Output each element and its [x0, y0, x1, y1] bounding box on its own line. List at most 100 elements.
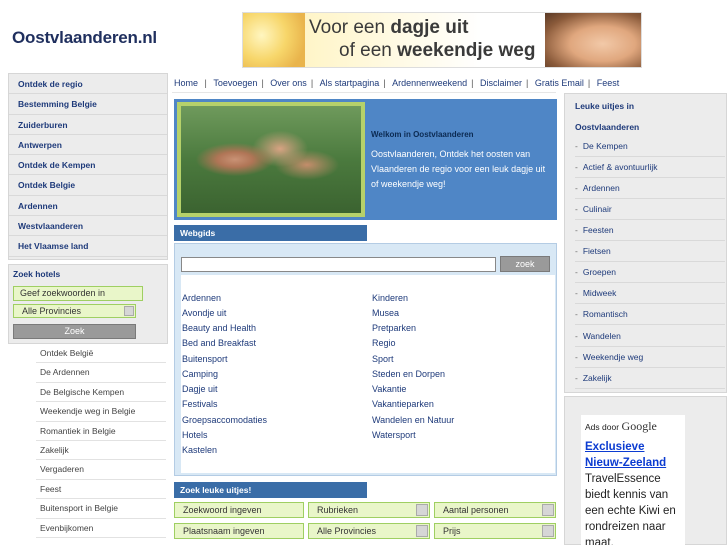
- category-link[interactable]: Pretparken: [372, 323, 416, 333]
- category-link[interactable]: Kastelen: [182, 445, 217, 455]
- left-nav-item[interactable]: Ardennen: [9, 196, 167, 217]
- chevron-down-icon[interactable]: [542, 504, 554, 516]
- category-link[interactable]: Dagje uit: [182, 384, 218, 394]
- category-link[interactable]: Vakantieparken: [372, 399, 434, 409]
- hotel-keyword-input[interactable]: Geef zoekwoorden in: [13, 286, 143, 301]
- chevron-down-icon[interactable]: [416, 525, 428, 537]
- right-nav-item[interactable]: - Wandelen: [575, 326, 725, 347]
- category-link[interactable]: Avondje uit: [182, 308, 226, 318]
- category-link[interactable]: Bed and Breakfast: [182, 338, 256, 348]
- left-nav-item[interactable]: Ontdek de Kempen: [9, 155, 167, 176]
- top-nav-disclaimer[interactable]: Disclaimer: [480, 78, 522, 88]
- right-nav-item[interactable]: - Weekendje weg: [575, 347, 725, 368]
- right-nav-title: Leuke uitjes in: [575, 101, 635, 111]
- category-link[interactable]: Beauty and Health: [182, 323, 256, 333]
- webgids-search-button[interactable]: zoek: [500, 256, 550, 272]
- sub-nav-item[interactable]: Weekendje weg in Belgie: [36, 402, 166, 422]
- google-ad: Ads door Google Exclusieve Nieuw-Zeeland…: [581, 415, 685, 545]
- sub-nav-item[interactable]: Zakelijk: [36, 441, 166, 461]
- top-nav-toevoegen[interactable]: Toevoegen: [213, 78, 257, 88]
- keyword-input[interactable]: Zoekwoord ingeven: [174, 502, 304, 518]
- welcome-text: Oostvlaanderen, Ontdek het oosten van Vl…: [371, 149, 546, 189]
- category-link[interactable]: Ardennen: [182, 293, 221, 303]
- left-nav-item[interactable]: Zuiderburen: [9, 115, 167, 135]
- right-nav-item[interactable]: - Groepen: [575, 262, 725, 283]
- plaatsnaam-input[interactable]: Plaatsnaam ingeven: [174, 523, 304, 539]
- right-nav-item[interactable]: - Fietsen: [575, 241, 725, 262]
- left-nav-item[interactable]: Ontdek de regio: [9, 74, 167, 95]
- category-link[interactable]: Wandelen en Natuur: [372, 415, 454, 425]
- sub-nav-item[interactable]: Romantiek in Belgie: [36, 422, 166, 441]
- right-nav-title: Oostvlaanderen: [575, 122, 640, 132]
- chevron-down-icon[interactable]: [542, 525, 554, 537]
- category-link[interactable]: Regio: [372, 338, 396, 348]
- right-nav-item[interactable]: - Ardennen: [575, 178, 725, 199]
- category-link[interactable]: Groepsaccomodaties: [182, 415, 267, 425]
- hotel-search-title: Zoek hotels: [13, 269, 61, 279]
- banner-woman-photo: [545, 13, 641, 67]
- welcome-title: Welkom in Oostvlaanderen: [371, 130, 474, 139]
- right-nav-item[interactable]: - De Kempen: [575, 136, 725, 157]
- left-nav-item[interactable]: Ontdek Belgie: [9, 175, 167, 196]
- right-nav-item[interactable]: - Feesten: [575, 220, 725, 241]
- chevron-down-icon[interactable]: [124, 306, 134, 316]
- category-link[interactable]: Buitensport: [182, 354, 228, 364]
- category-link[interactable]: Festivals: [182, 399, 218, 409]
- category-link[interactable]: Hotels: [182, 430, 208, 440]
- prijs-select[interactable]: Prijs: [434, 523, 556, 539]
- top-nav-gratis-email[interactable]: Gratis Email: [535, 78, 584, 88]
- sub-nav-item[interactable]: Evenbijkomen: [36, 519, 166, 538]
- top-nav-over-ons[interactable]: Over ons: [270, 78, 307, 88]
- hotel-search-button[interactable]: Zoek: [13, 324, 136, 339]
- ads-box: Ads door Google Exclusieve Nieuw-Zeeland…: [564, 396, 727, 545]
- category-link[interactable]: Sport: [372, 354, 394, 364]
- left-nav-item[interactable]: Bestemming Belgie: [9, 94, 167, 115]
- ad-text: TravelEssence biedt kennis van een echte…: [585, 473, 676, 545]
- category-link[interactable]: Steden en Dorpen: [372, 369, 445, 379]
- webgids-tab: Webgids: [174, 225, 367, 241]
- right-nav-item[interactable]: - Actief & avontuurlijk: [575, 157, 725, 178]
- ad-title-link[interactable]: Exclusieve Nieuw-Zeeland: [585, 439, 681, 471]
- sub-nav-item[interactable]: Feest: [36, 480, 166, 500]
- welcome-panel: Welkom in Oostvlaanderen Oostvlaanderen,…: [174, 99, 557, 220]
- sub-nav-item[interactable]: De Ardennen: [36, 363, 166, 383]
- left-nav-item[interactable]: Westvlaanderen: [9, 216, 167, 237]
- right-nav-item[interactable]: - Zakelijk: [575, 368, 725, 389]
- top-nav-feest[interactable]: Feest: [597, 78, 620, 88]
- right-nav-item[interactable]: - Culinair: [575, 199, 725, 220]
- category-link[interactable]: Kinderen: [372, 293, 408, 303]
- family-photo: [177, 102, 365, 217]
- right-nav-item[interactable]: - Midweek: [575, 283, 725, 304]
- banner-ad[interactable]: Voor een dagje uit of een weekendje weg: [242, 12, 642, 68]
- webgids-categories: Ardennen Avondje uit Beauty and Health B…: [181, 275, 555, 473]
- left-nav-item[interactable]: Antwerpen: [9, 135, 167, 156]
- sub-nav-item[interactable]: Buitensport in Belgie: [36, 499, 166, 519]
- leuke-uitjes-tab: Zoek leuke uitjes!: [174, 482, 367, 498]
- sub-nav-item[interactable]: Vergaderen: [36, 460, 166, 480]
- category-link[interactable]: Watersport: [372, 430, 416, 440]
- hotel-province-select[interactable]: Alle Provincies: [13, 304, 136, 318]
- hotel-search-box: Zoek hotels Geef zoekwoorden in Alle Pro…: [8, 264, 168, 344]
- webgids-search-input[interactable]: [181, 257, 496, 272]
- top-navigation: Home | Toevoegen | Over ons | Als startpag…: [172, 73, 619, 93]
- top-nav-startpagina[interactable]: Als startpagina: [320, 78, 380, 88]
- top-nav-home[interactable]: Home: [174, 78, 198, 88]
- category-link[interactable]: Camping: [182, 369, 218, 379]
- banner-line1: Voor een dagje uit: [309, 17, 469, 38]
- top-nav-ardennenweekend[interactable]: Ardennenweekend: [392, 78, 467, 88]
- right-nav-item[interactable]: - Romantisch: [575, 304, 725, 325]
- banner-line2: of een weekendje weg: [339, 40, 536, 61]
- rubrieken-select[interactable]: Rubrieken: [308, 502, 430, 518]
- sub-nav-item[interactable]: Ontdek België: [36, 344, 166, 364]
- provincie-select[interactable]: Alle Provincies: [308, 523, 430, 539]
- right-navigation: Leuke uitjes in Oostvlaanderen - De Kempe…: [564, 93, 727, 393]
- aantal-personen-select[interactable]: Aantal personen: [434, 502, 556, 518]
- left-nav-item[interactable]: Het Vlaamse land: [9, 236, 167, 257]
- sub-nav-item[interactable]: De Belgische Kempen: [36, 383, 166, 403]
- category-link[interactable]: Vakantie: [372, 384, 406, 394]
- site-title[interactable]: Oostvlaanderen.nl: [12, 28, 157, 48]
- chevron-down-icon[interactable]: [416, 504, 428, 516]
- category-link[interactable]: Musea: [372, 308, 399, 318]
- google-logo: Google: [621, 419, 657, 433]
- ads-by-google[interactable]: Ads door Google: [585, 419, 681, 434]
